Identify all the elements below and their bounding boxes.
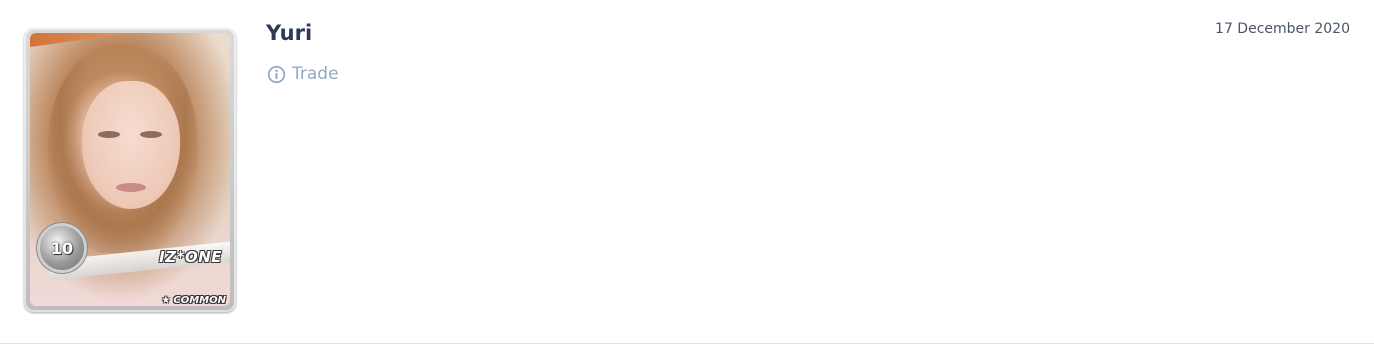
card-level-badge: 10 bbox=[40, 226, 84, 270]
card-level-value: 10 bbox=[50, 238, 74, 258]
star-icon: ★ bbox=[161, 295, 171, 306]
card-group-logo: IZ*ONE bbox=[159, 248, 222, 266]
feed-entry-row: 10 IZ*ONE ★ COMMON Yuri Trade 17 Decembe… bbox=[0, 0, 1374, 344]
card-rarity: ★ COMMON bbox=[161, 295, 226, 306]
member-name[interactable]: Yuri bbox=[266, 21, 312, 45]
photocard-image[interactable]: 10 IZ*ONE ★ COMMON bbox=[24, 28, 236, 312]
trade-link[interactable]: Trade bbox=[267, 64, 339, 84]
entry-date: 17 December 2020 bbox=[1215, 21, 1350, 37]
info-circle-icon bbox=[267, 65, 286, 83]
card-rarity-label: COMMON bbox=[173, 295, 226, 306]
trade-label: Trade bbox=[292, 64, 339, 84]
card-portrait bbox=[82, 81, 180, 209]
